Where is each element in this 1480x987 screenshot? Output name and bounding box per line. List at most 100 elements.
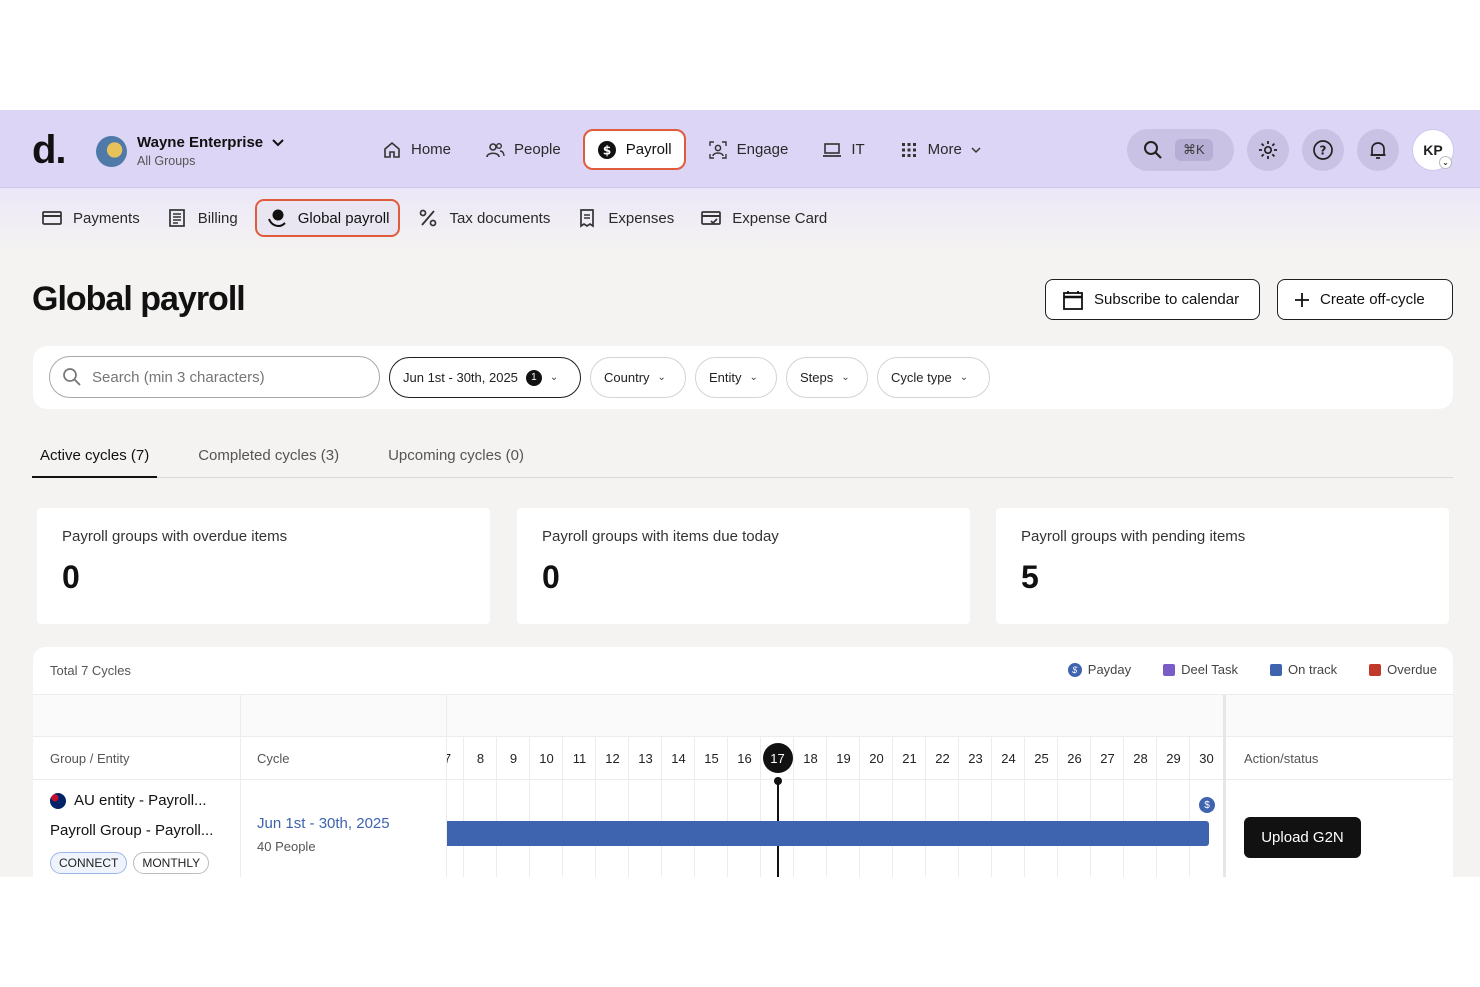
- tab-upcoming-cycles[interactable]: Upcoming cycles (0): [380, 444, 532, 478]
- day-number: 13: [629, 737, 662, 780]
- help-button[interactable]: ?: [1302, 129, 1344, 171]
- upload-g2n-button[interactable]: Upload G2N: [1244, 817, 1361, 858]
- country-filter[interactable]: Country ⌄: [590, 357, 686, 398]
- filter-bar: Jun 1st - 30th, 2025 1 ⌄ Country ⌄ Entit…: [33, 346, 1453, 409]
- chevron-down-icon: ⌄: [549, 372, 559, 383]
- day-number: 26: [1058, 737, 1091, 780]
- header-tools: ⌘K ? KP ⌄: [1127, 129, 1454, 171]
- engage-icon: [708, 140, 727, 159]
- nav-payroll[interactable]: $ Payroll: [582, 129, 686, 170]
- chevron-down-icon: [272, 138, 284, 146]
- cycle-progress-bar[interactable]: [447, 821, 1209, 846]
- row-tags: CONNECT MONTHLY: [50, 852, 210, 874]
- legend-on-track: On track: [1270, 662, 1337, 677]
- chevron-down-icon: ⌄: [1439, 156, 1452, 169]
- day-number: 25: [1025, 737, 1058, 780]
- subnav-expenses-label: Expenses: [608, 209, 675, 227]
- subnav-billing-label: Billing: [197, 209, 238, 227]
- subnav-tax-documents[interactable]: Tax documents: [408, 199, 559, 237]
- global-search-button[interactable]: ⌘K: [1127, 129, 1234, 171]
- percent-icon: [420, 209, 437, 227]
- stat-card-overdue: Payroll groups with overdue items 0: [37, 508, 490, 624]
- nav-more[interactable]: More: [887, 129, 993, 170]
- payroll-subnavigation: Payments Billing Global payroll Tax docu…: [0, 188, 1480, 250]
- timeline-day-20: 20: [859, 737, 893, 877]
- date-range-filter[interactable]: Jun 1st - 30th, 2025 1 ⌄: [389, 357, 581, 398]
- stat-card-pending: Payroll groups with pending items 5: [996, 508, 1449, 624]
- nav-home[interactable]: Home: [370, 129, 463, 170]
- user-initials: KP: [1423, 142, 1443, 158]
- nav-home-label: Home: [411, 141, 452, 158]
- tag-monthly: MONTHLY: [133, 852, 210, 874]
- organization-name: Wayne Enterprise: [137, 134, 264, 151]
- cycle-type-filter[interactable]: Cycle type ⌄: [877, 357, 990, 398]
- main-nav: Home People $ Payroll Engage IT More: [370, 129, 993, 170]
- nav-engage[interactable]: Engage: [696, 129, 801, 170]
- timeline-day-17: 17: [760, 737, 794, 877]
- nav-it[interactable]: IT: [810, 129, 876, 170]
- row-group-name[interactable]: Payroll Group - Payroll...: [50, 822, 213, 839]
- search-input[interactable]: [92, 368, 352, 386]
- notifications-button[interactable]: [1357, 129, 1399, 171]
- tab-completed-cycles[interactable]: Completed cycles (3): [190, 444, 347, 478]
- tab-active-cycles[interactable]: Active cycles (7): [32, 444, 158, 478]
- day-number: 7: [447, 737, 464, 780]
- subnav-global-payroll-label: Global payroll: [297, 209, 390, 227]
- row-cycle-people: 40 People: [257, 839, 316, 854]
- stat-label: Payroll groups with pending items: [1021, 528, 1246, 545]
- filter-count-badge: 1: [525, 369, 542, 386]
- timeline-legend: $ Payday Deel Task On track Overdue: [1067, 662, 1437, 677]
- stat-value: 5: [1021, 559, 1039, 595]
- timeline-day-19: 19: [826, 737, 860, 877]
- timeline-day-23: 23: [958, 737, 992, 877]
- legend-payday-label: Payday: [1087, 662, 1132, 677]
- invoice-icon: [168, 209, 185, 227]
- chevron-down-icon: [971, 146, 981, 153]
- calendar-icon: [1063, 290, 1083, 310]
- timeline-day-29: 29: [1156, 737, 1190, 877]
- steps-filter[interactable]: Steps ⌄: [786, 357, 868, 398]
- people-icon: [486, 142, 505, 157]
- timeline-day-13: 13: [628, 737, 662, 877]
- entity-filter[interactable]: Entity ⌄: [695, 357, 777, 398]
- subnav-expenses[interactable]: Expenses: [567, 199, 683, 237]
- nav-more-label: More: [927, 141, 962, 158]
- subnav-payments[interactable]: Payments: [32, 199, 149, 237]
- timeline-day-7: 7: [447, 737, 464, 877]
- day-number: 30: [1190, 737, 1223, 780]
- subnav-global-payroll[interactable]: Global payroll: [254, 199, 401, 237]
- legend-deel-task-label: Deel Task: [1181, 662, 1238, 677]
- overdue-swatch: [1369, 663, 1382, 676]
- day-number: 9: [497, 737, 530, 780]
- settings-button[interactable]: [1247, 129, 1289, 171]
- country-filter-label: Country: [604, 370, 650, 385]
- organization-avatar: [96, 135, 127, 167]
- gear-icon: [1259, 141, 1277, 159]
- organization-switcher[interactable]: Wayne Enterprise All Groups: [96, 134, 285, 168]
- row-cycle-dates[interactable]: Jun 1st - 30th, 2025: [257, 815, 390, 832]
- day-number: 24: [992, 737, 1025, 780]
- deel-logo[interactable]: d.: [32, 128, 67, 173]
- legend-overdue-label: Overdue: [1387, 662, 1437, 677]
- timeline-month-band: [33, 695, 1453, 737]
- svg-text:$: $: [603, 143, 611, 157]
- day-number: 15: [695, 737, 728, 780]
- chevron-down-icon: ⌄: [959, 372, 969, 383]
- column-header-group: Group / Entity: [33, 737, 240, 780]
- timeline-day-9: 9: [496, 737, 530, 877]
- day-number: 18: [794, 737, 827, 780]
- subscribe-calendar-button[interactable]: Subscribe to calendar: [1045, 279, 1260, 320]
- user-avatar[interactable]: KP ⌄: [1412, 129, 1454, 171]
- stat-card-due-today: Payroll groups with items due today 0: [517, 508, 970, 624]
- column-divider: [240, 695, 241, 877]
- create-off-cycle-button[interactable]: Create off-cycle: [1277, 279, 1453, 320]
- nav-people[interactable]: People: [473, 129, 573, 170]
- subnav-billing[interactable]: Billing: [157, 199, 247, 237]
- search-field[interactable]: [49, 356, 380, 398]
- subnav-expense-card[interactable]: Expense Card: [691, 199, 836, 237]
- legend-on-track-label: On track: [1288, 662, 1338, 677]
- row-entity[interactable]: AU entity - Payroll...: [50, 792, 207, 809]
- payday-marker-icon[interactable]: $: [1199, 797, 1215, 813]
- day-number: 8: [464, 737, 497, 780]
- day-number: 11: [563, 737, 596, 780]
